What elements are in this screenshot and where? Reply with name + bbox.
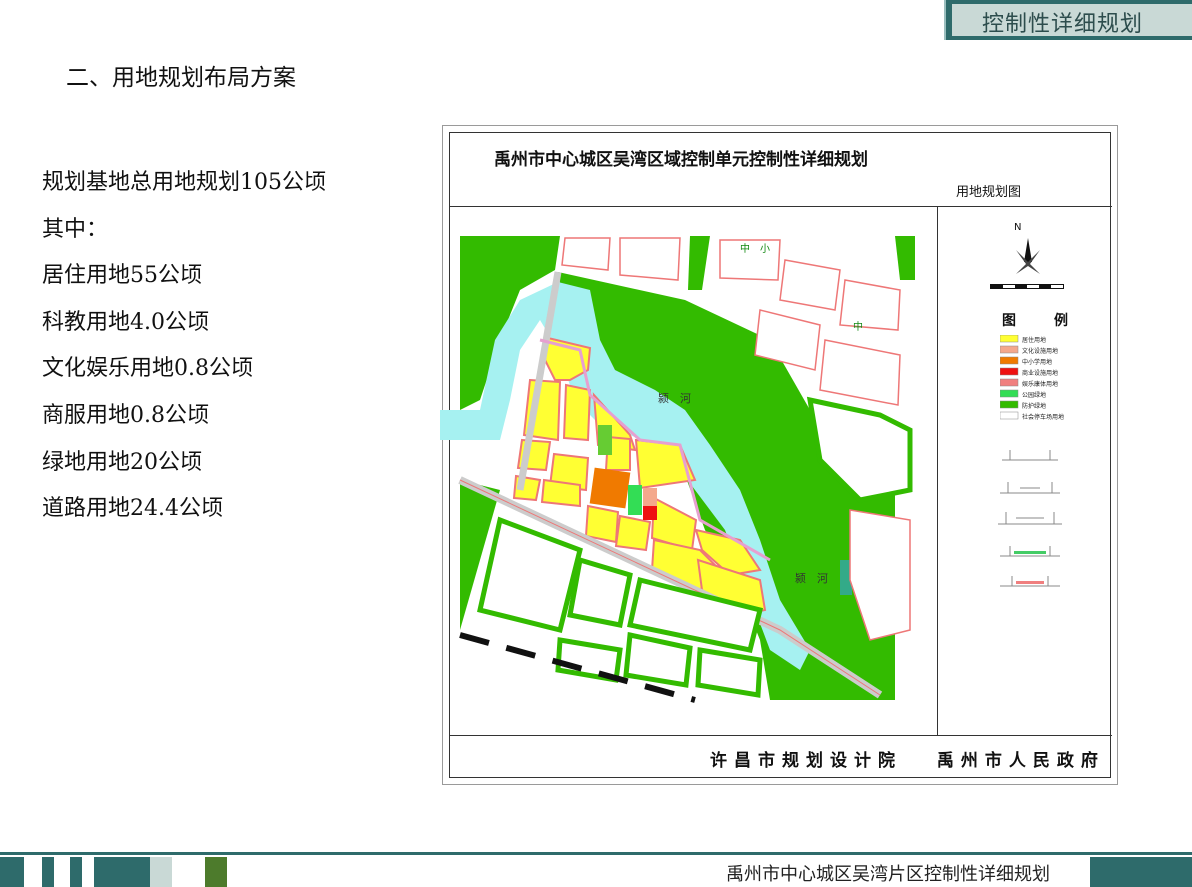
legend-swatch bbox=[1000, 378, 1019, 387]
map-credits-divider bbox=[449, 735, 1112, 736]
culture-block bbox=[643, 488, 657, 506]
stat-green: 绿地用地20公顷 bbox=[42, 449, 202, 475]
school-label: 中 小 bbox=[740, 242, 770, 255]
river-label-1: 颍 河 bbox=[658, 392, 691, 405]
res-block-12 bbox=[614, 514, 652, 552]
header-tab-label: 控制性详细规划 bbox=[982, 12, 1144, 37]
stat-education: 科教用地4.0公顷 bbox=[42, 309, 209, 335]
n-block-1 bbox=[619, 237, 681, 281]
map-subtitle: 用地规划图 bbox=[956, 185, 1022, 200]
land-use-map: 颍 河 颍 河 中 小 中 bbox=[440, 234, 915, 704]
park-block bbox=[628, 485, 642, 515]
legend-label: 居住用地 bbox=[1022, 336, 1046, 344]
road-sections bbox=[998, 450, 1062, 587]
legend-label: 社会停车场用地 bbox=[1022, 413, 1064, 421]
section-green-1 bbox=[1014, 551, 1046, 554]
section-1 bbox=[1002, 450, 1058, 461]
stat-among: 其中： bbox=[42, 216, 109, 242]
footer-block-5 bbox=[150, 857, 172, 887]
stat-road: 道路用地24.4公顷 bbox=[42, 496, 223, 522]
legend-label: 公园绿地 bbox=[1022, 391, 1046, 399]
stat-commercial: 商服用地0.8公顷 bbox=[42, 402, 209, 428]
legend-swatch bbox=[1000, 389, 1019, 398]
footer-block-1 bbox=[0, 857, 24, 887]
legend-swatch bbox=[1000, 400, 1019, 409]
header-tab: 控制性详细规划 bbox=[944, 0, 1192, 40]
legend-swatch bbox=[1000, 345, 1019, 354]
section-2 bbox=[1000, 482, 1060, 494]
legend-swatch bbox=[1000, 367, 1019, 376]
legend-swatch bbox=[1000, 411, 1019, 420]
section-3 bbox=[998, 512, 1062, 525]
legend-label: 中小学用地 bbox=[1022, 358, 1052, 366]
legend-label: 文化设施用地 bbox=[1022, 347, 1058, 355]
section-red-1 bbox=[1016, 581, 1044, 584]
credit-government: 禹州市人民政府 bbox=[936, 751, 1105, 771]
footer-block-8 bbox=[1090, 857, 1192, 887]
footer-block-6 bbox=[205, 857, 227, 887]
n-block-2 bbox=[561, 237, 611, 271]
legend-items: 居住用地文化设施用地中小学用地商业设施用地娱乐康体用地公园绿地防护绿地社会停车场… bbox=[1000, 335, 1064, 421]
stat-culture: 文化娱乐用地0.8公顷 bbox=[42, 356, 253, 382]
north-arrow-icon: N bbox=[1014, 222, 1040, 274]
south-block-6 bbox=[695, 647, 763, 698]
legend: 居住用地文化设施用地中小学用地商业设施用地娱乐康体用地公园绿地防护绿地社会停车场… bbox=[1000, 335, 1064, 421]
school-block bbox=[589, 467, 631, 509]
legend-label: 娱乐康体用地 bbox=[1022, 380, 1058, 388]
legend-label: 防护绿地 bbox=[1022, 402, 1046, 410]
legend-title: 图 例 bbox=[1002, 313, 1080, 329]
credit-institute: 许昌市规划设计院 bbox=[710, 751, 902, 771]
north-arrow-tip-icon bbox=[1024, 238, 1032, 262]
res-block-10 bbox=[540, 478, 581, 508]
footer-top-line bbox=[0, 852, 1192, 855]
stat-total: 规划基地总用地规划105公顷 bbox=[42, 170, 326, 195]
river-label-2: 颍 河 bbox=[795, 572, 828, 585]
school-label-2: 中 bbox=[853, 320, 863, 333]
legend-swatch bbox=[1000, 335, 1019, 343]
stat-residential: 居住用地55公顷 bbox=[42, 263, 202, 289]
footer-block-2 bbox=[42, 857, 54, 887]
stats-list: 规划基地总用地规划105公顷 其中： 居住用地55公顷 科教用地4.0公顷 文化… bbox=[42, 160, 326, 533]
map-credits: 许昌市规划设计院 禹州市人民政府 bbox=[710, 746, 1127, 771]
commercial-block bbox=[643, 506, 657, 520]
res-block-3 bbox=[562, 383, 592, 442]
res-block-11 bbox=[584, 504, 620, 544]
legend-label: 商业设施用地 bbox=[1022, 369, 1058, 377]
map-legend-divider bbox=[937, 206, 938, 735]
green-strip-block bbox=[598, 425, 612, 455]
section-title: 二、用地规划布局方案 bbox=[66, 65, 296, 91]
map-title-divider bbox=[449, 206, 1112, 207]
south-block-2 bbox=[567, 556, 633, 628]
north-label: N bbox=[1014, 222, 1021, 233]
footer-block-4 bbox=[94, 857, 150, 887]
map-title: 禹州市中心城区吴湾区域控制单元控制性详细规划 bbox=[494, 150, 868, 170]
footer-block-7 bbox=[227, 857, 710, 887]
footer-title: 禹州市中心城区吴湾片区控制性详细规划 bbox=[726, 864, 1050, 885]
scale-bar bbox=[990, 284, 1064, 289]
footer-block-3 bbox=[70, 857, 82, 887]
legend-swatch bbox=[1000, 356, 1019, 365]
